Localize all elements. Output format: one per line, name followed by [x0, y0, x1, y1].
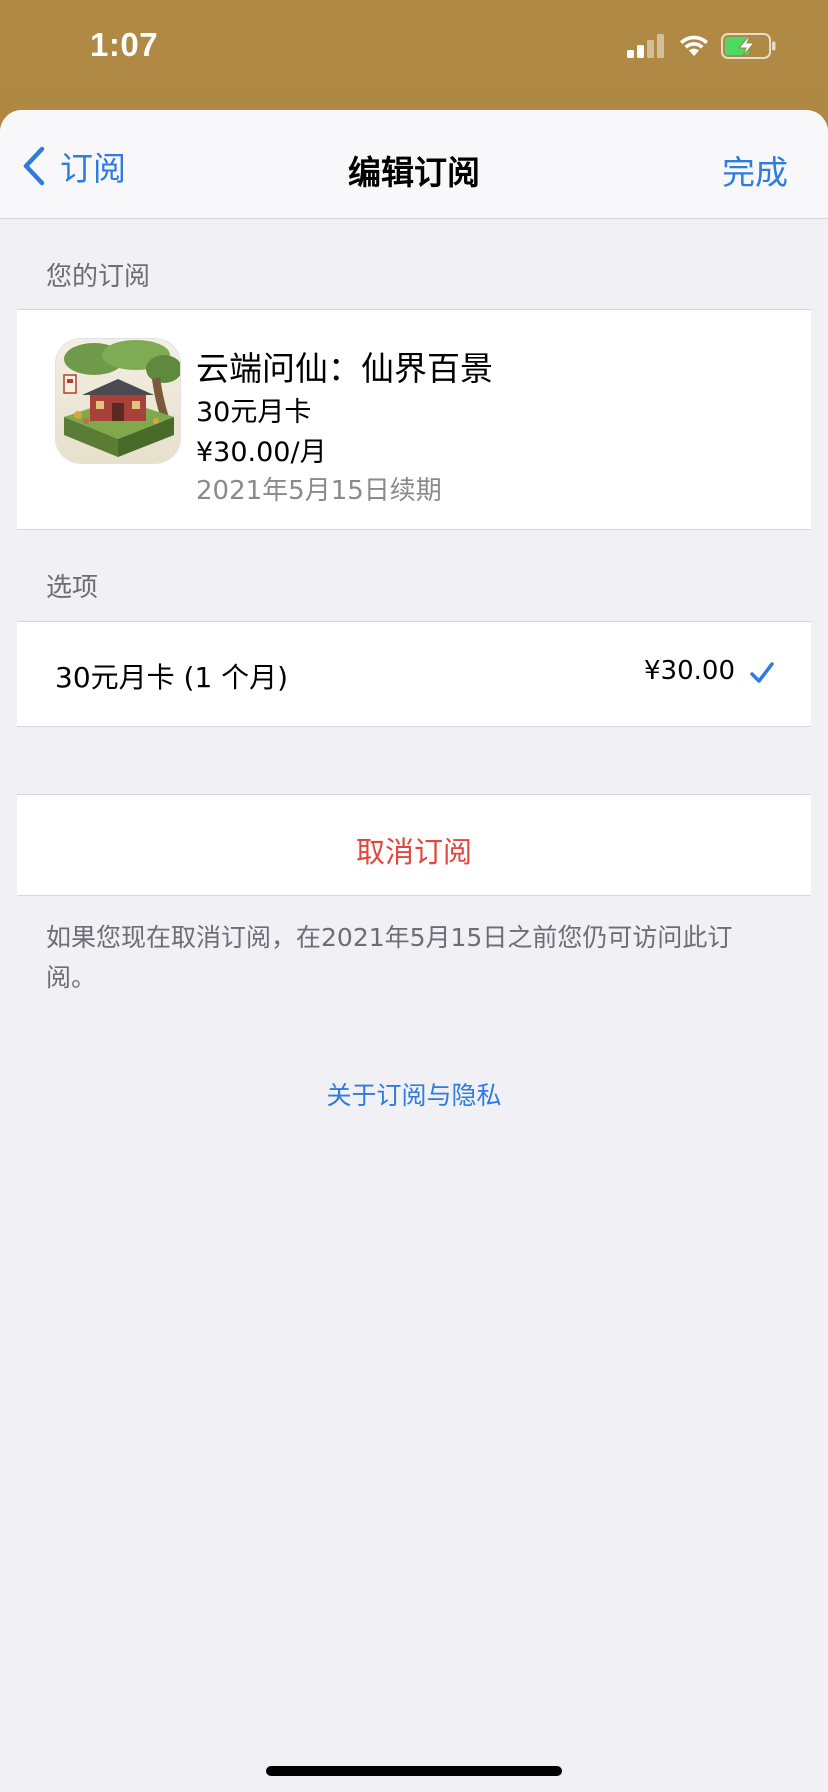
option-label: 30元月卡 (1 个月) [55, 661, 289, 694]
section-header-subscription: 您的订阅 [46, 262, 151, 292]
cancel-footnote: 如果您现在取消订阅，在2021年5月15日之前您仍可访问此订阅。 [46, 923, 733, 992]
plan-price: ¥30.00/月 [196, 437, 327, 468]
checkmark-icon [750, 662, 774, 683]
option-price: ¥30.00 [644, 656, 735, 686]
section-header-options: 选项 [46, 573, 99, 603]
subscription-card: 云端问仙：仙界百景 30元月卡 ¥30.00/月 2021年5月15日续期 [17, 309, 811, 530]
wifi-icon [680, 35, 708, 56]
status-time: 1:07 [90, 26, 159, 63]
renewal-date: 2021年5月15日续期 [196, 476, 442, 506]
done-button[interactable]: 完成 [722, 146, 788, 194]
cellular-signal-icon [627, 34, 664, 58]
cancel-subscription-button[interactable]: 取消订阅 [17, 829, 811, 871]
plan-name: 30元月卡 [196, 397, 312, 428]
option-row[interactable]: 30元月卡 (1 个月) ¥30.00 [17, 621, 811, 727]
app-icon [55, 338, 181, 464]
navigation-bar: 订阅 编辑订阅 完成 [0, 110, 828, 219]
edit-subscription-sheet: 订阅 编辑订阅 完成 您的订阅 云端问仙：仙界百景 30元月卡 ¥30.00/月… [0, 110, 828, 1792]
app-name: 云端问仙：仙界百景 [196, 349, 493, 388]
cancel-subscription-row[interactable]: 取消订阅 [17, 794, 811, 896]
battery-charging-icon [721, 33, 776, 59]
home-indicator [266, 1766, 562, 1776]
subscription-privacy-link[interactable]: 关于订阅与隐私 [0, 1076, 828, 1112]
status-bar: 1:07 [0, 0, 828, 110]
page-title: 编辑订阅 [348, 153, 480, 192]
